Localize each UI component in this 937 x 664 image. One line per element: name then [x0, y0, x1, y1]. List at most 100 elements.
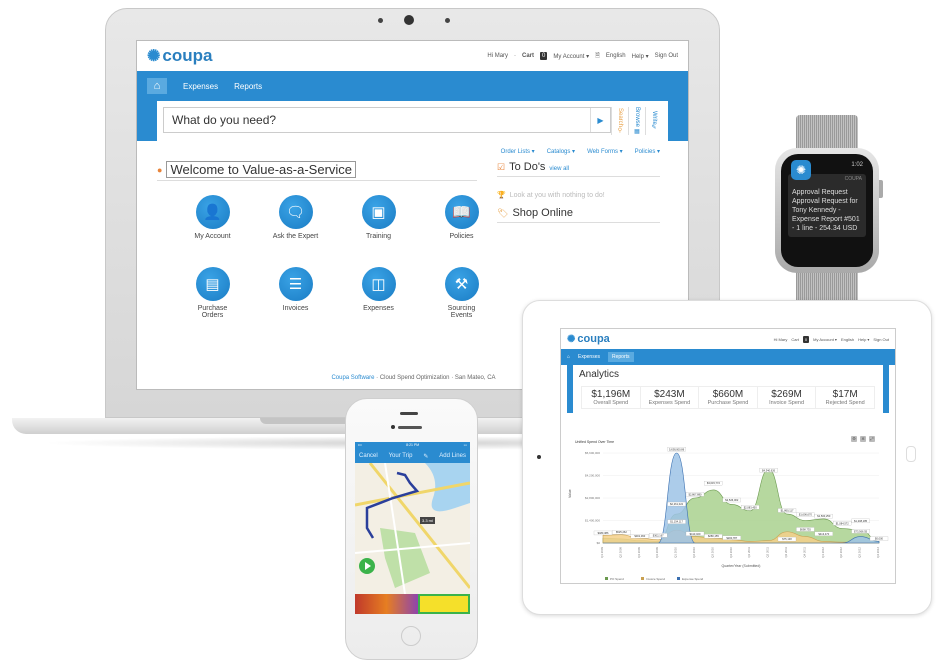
pencil-icon: ✎ — [650, 124, 657, 132]
trip-map[interactable]: 3.3 mi — [355, 462, 470, 595]
tab-reports[interactable]: Reports — [608, 352, 634, 362]
web-forms-menu[interactable]: Web Forms ▾ — [587, 148, 623, 155]
phone-camera — [391, 425, 395, 429]
data-label: $2,867,880 — [689, 492, 703, 496]
data-label: $2,083,450 — [744, 505, 758, 509]
invoice-icon: ☰ — [278, 267, 313, 301]
sign-out-link[interactable]: Sign Out — [655, 53, 678, 59]
watch-time: 1:02 — [851, 162, 863, 168]
coupa-logo-icon: ✺ — [147, 48, 161, 65]
welcome-title: Welcome to Value-as-a-Service — [166, 161, 357, 178]
tile-expenses[interactable]: ◫ Expenses — [337, 267, 420, 329]
x-tick-label: Q4 2010 — [729, 547, 733, 558]
tile-my-account[interactable]: 👤 My Account — [171, 195, 254, 257]
photo-thumbnail[interactable] — [355, 594, 419, 614]
tile-ask-the-expert[interactable]: 🗨 Ask the Expert — [254, 195, 337, 257]
y-tick-label: $4,200,000 — [585, 474, 600, 478]
legend-swatch — [641, 577, 644, 580]
x-tick-label: Q1 2011 — [747, 547, 751, 558]
x-tick-label: Q1 2012 — [821, 547, 825, 558]
help-menu[interactable]: Help ▾ — [632, 53, 649, 60]
language-menu[interactable]: English — [841, 337, 854, 342]
sign-out-link[interactable]: Sign Out — [873, 337, 889, 342]
phone-speaker — [400, 412, 418, 415]
view-all-link[interactable]: view all — [549, 166, 569, 172]
side-tab-search[interactable]: Search ⚲ — [611, 107, 628, 135]
cart-count-badge[interactable]: 0 — [540, 52, 548, 60]
tile-training[interactable]: ▣ Training — [337, 195, 420, 257]
search-band: What do you need? ▶ Search ⚲ Browse ▦ Wr… — [137, 101, 688, 141]
todo-panel: ☑ To Do's view all 🏆 Look at you with no… — [497, 161, 660, 223]
search-go-button[interactable]: ▶ — [590, 108, 610, 132]
cart-link[interactable]: Cart — [791, 337, 799, 342]
language-menu[interactable]: English — [606, 53, 626, 59]
gear-icon[interactable]: ⚙ — [851, 436, 857, 442]
x-axis-label: Quarter/Year (Submitted) — [722, 564, 761, 568]
data-label: $4,340,626 — [762, 468, 776, 472]
top-bar: ✺ coupa Hi Mary · Cart 0 My Account ▾ 🗎 … — [137, 41, 688, 71]
catalogs-menu[interactable]: Catalogs ▾ — [547, 148, 575, 155]
data-label: $200,787 — [726, 536, 737, 540]
home-button[interactable]: ⌂ — [147, 78, 167, 94]
x-tick-label: Q4 2009 — [655, 547, 659, 558]
data-label: $1,500,250 — [817, 514, 831, 518]
x-tick-label: Q3 2011 — [784, 547, 788, 558]
my-account-menu[interactable]: My Account ▾ — [813, 337, 837, 342]
coupa-software-link[interactable]: Coupa Software — [331, 375, 374, 381]
side-tab-write[interactable]: Write ✎ — [645, 107, 662, 135]
home-icon[interactable]: ⌂ — [567, 354, 570, 360]
data-label: $302,167 — [653, 533, 664, 537]
coupa-logo[interactable]: ✺ coupa — [567, 333, 610, 345]
kpi-purchase-spend[interactable]: $660M Purchase Spend — [699, 387, 758, 408]
photo-thumbnail[interactable] — [418, 594, 470, 614]
my-account-menu[interactable]: My Account ▾ — [553, 53, 589, 60]
order-lists-menu[interactable]: Order Lists ▾ — [501, 148, 535, 155]
greeting: Hi Mary — [487, 53, 509, 59]
x-tick-label: Q3 2009 — [637, 547, 641, 558]
watch-notification[interactable]: ✺ COUPA Approval Request Approval Reques… — [788, 160, 866, 237]
data-label: $1,084,572 — [836, 521, 850, 525]
kpi-expenses-spend[interactable]: $243M Expenses Spend — [641, 387, 700, 408]
edit-icon[interactable]: ✎ — [423, 453, 428, 460]
chart-title: Unified Spend Over Time — [575, 440, 615, 444]
tile-invoices[interactable]: ☰ Invoices — [254, 267, 337, 329]
kpi-invoice-spend[interactable]: $269M Invoice Spend — [758, 387, 817, 408]
side-tab-browse[interactable]: Browse ▦ — [628, 107, 645, 135]
help-menu[interactable]: Help ▾ — [858, 337, 869, 342]
tab-expenses[interactable]: Expenses — [183, 82, 218, 91]
coupa-app-icon: ✺ — [791, 160, 811, 180]
x-tick-label: Q4 2012 — [876, 547, 880, 558]
expand-icon[interactable]: ⤢ — [869, 436, 875, 442]
search-input[interactable]: What do you need? ▶ — [163, 107, 611, 133]
tile-sourcing-events[interactable]: ⚒ Sourcing Events — [420, 267, 503, 329]
coupa-logo[interactable]: ✺ coupa — [147, 46, 212, 66]
add-lines-button[interactable]: Add Lines — [439, 453, 466, 459]
cart-icon[interactable]: 0 — [802, 335, 810, 343]
cancel-button[interactable]: Cancel — [359, 453, 378, 459]
data-label: $2,526,002 — [725, 498, 739, 502]
data-label: $1,154,117 — [670, 520, 683, 524]
legend-label: PO Spend — [610, 577, 624, 581]
tab-reports[interactable]: Reports — [234, 82, 262, 91]
data-label: $75,138 — [782, 537, 792, 541]
settings-icon[interactable]: ✲ — [860, 436, 866, 442]
policies-menu[interactable]: Policies ▾ — [635, 148, 660, 155]
y-tick-label: $0 — [597, 541, 601, 545]
tile-purchase-orders[interactable]: ▤ Purchase Orders — [171, 267, 254, 329]
tablet-home-button[interactable] — [906, 446, 916, 462]
training-icon: ▣ — [361, 195, 396, 229]
notification-body: Approval Request for Tony Kennedy - Expe… — [792, 198, 860, 232]
y-axis-label: Value — [568, 489, 572, 498]
phone-home-button[interactable] — [401, 626, 421, 646]
kpi-rejected-spend[interactable]: $17M Rejected Spend — [816, 387, 874, 408]
data-label: $73,566.55 — [854, 529, 868, 533]
watch-body: 1:02 ✺ COUPA Approval Request Approval R… — [775, 148, 879, 273]
shop-online-header[interactable]: 🏷 Shop Online — [497, 207, 660, 223]
kpi-overall-spend[interactable]: $1,196M Overall Spend — [582, 387, 641, 408]
tile-policies[interactable]: 📖 Policies — [420, 195, 503, 257]
spend-chart: $0 $1,400,000 $2,800,000 $4,200,000 $5,600,0… — [568, 447, 889, 581]
tab-expenses[interactable]: Expenses — [578, 354, 600, 360]
x-tick-label: Q1 2009 — [600, 547, 604, 558]
cart-link[interactable]: Cart — [522, 53, 534, 59]
x-tick-label: Q2 2010 — [692, 547, 696, 558]
